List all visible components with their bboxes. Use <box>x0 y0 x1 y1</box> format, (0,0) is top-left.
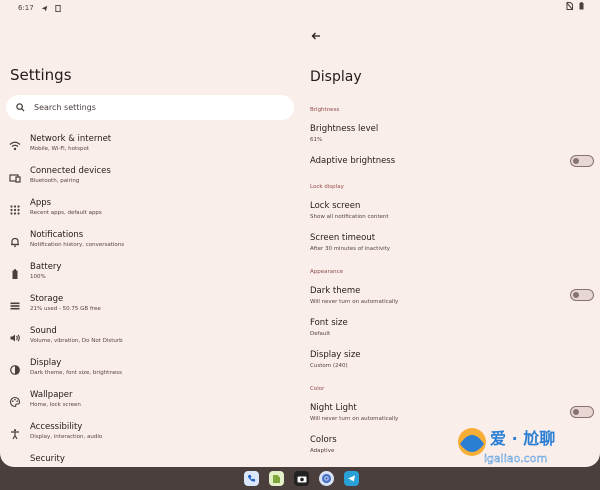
item-subtitle: Will never turn on automatically <box>310 299 399 305</box>
dark-theme-toggle[interactable] <box>570 289 594 301</box>
menu-item-subtitle: Volume, vibration, Do Not Disturb <box>30 338 123 344</box>
settings-item-network[interactable]: Network & internet Mobile, Wi-Fi, hotspo… <box>0 132 300 164</box>
watermark-text: 爱 · 尬聊 <box>490 429 555 448</box>
item-subtitle: 61% <box>310 137 323 143</box>
item-subtitle: After 30 minutes of inactivity <box>310 246 391 252</box>
section-header-appearance: Appearance <box>310 269 344 275</box>
accessibility-icon <box>11 429 19 440</box>
settings-item-accessibility[interactable]: Accessibility Display, interaction, audi… <box>0 420 300 452</box>
menu-item-title: Storage <box>30 294 64 304</box>
menu-item-title: Connected devices <box>30 166 111 176</box>
menu-item-subtitle: Notification history, conversations <box>30 242 125 248</box>
search-icon <box>16 103 25 112</box>
menu-item-title: Apps <box>30 198 52 208</box>
camera-app-icon[interactable] <box>294 471 309 486</box>
screen: 6:17 Settings Network & internet Mobile,… <box>0 0 600 467</box>
menu-item-subtitle: Dark theme, font size, brightness <box>30 370 122 376</box>
section-header-brightness: Brightness <box>310 107 340 113</box>
menu-item-subtitle: 21% used - 50.75 GB free <box>30 306 101 312</box>
palette-icon <box>9 396 21 408</box>
page-title: Display <box>310 69 362 85</box>
watermark-logo: 爱 · 尬聊 igaliao.com <box>458 428 555 465</box>
settings-item-sound[interactable]: Sound Volume, vibration, Do Not Disturb <box>0 324 300 356</box>
search-input[interactable] <box>34 103 264 112</box>
telegram-app-icon[interactable] <box>344 471 359 486</box>
taskbar <box>0 467 600 490</box>
screen-timeout-item[interactable]: Screen timeout After 30 minutes of inact… <box>310 233 590 252</box>
toggle-knob <box>573 157 579 164</box>
menu-item-subtitle: Bluetooth, pairing <box>30 178 80 184</box>
item-title: Display size <box>310 350 361 360</box>
settings-pane: Settings Network & internet Mobile, Wi-F… <box>0 0 300 467</box>
menu-item-title: Security <box>30 454 65 464</box>
chrome-app-icon[interactable] <box>319 471 334 486</box>
dock <box>244 471 359 486</box>
item-title: Lock screen <box>310 201 361 211</box>
menu-item-subtitle: Recent apps, default apps <box>30 210 102 216</box>
menu-item-title: Network & internet <box>30 134 112 144</box>
menu-item-title: Sound <box>30 326 57 336</box>
item-title: Dark theme <box>310 286 361 296</box>
display-icon <box>10 365 20 375</box>
settings-item-storage[interactable]: Storage 21% used - 50.75 GB free <box>0 292 300 324</box>
night-light-toggle[interactable] <box>570 406 594 418</box>
volume-icon <box>10 334 20 342</box>
phone-app-icon[interactable] <box>244 471 259 486</box>
item-title: Screen timeout <box>310 233 376 243</box>
menu-item-title: Wallpaper <box>30 390 73 400</box>
section-header-color: Color <box>310 386 325 392</box>
storage-icon <box>10 302 20 310</box>
dark-theme-item[interactable]: Dark theme Will never turn on automatica… <box>310 286 590 305</box>
toggle-knob <box>573 408 579 415</box>
display-pane: Display Brightness Brightness level 61% … <box>300 0 600 467</box>
toggle-knob <box>573 291 579 298</box>
item-subtitle: Show all notification content <box>310 214 389 220</box>
menu-item-subtitle: 100% <box>30 274 46 280</box>
settings-item-security[interactable]: Security <box>0 452 300 467</box>
menu-item-subtitle: Home, lock screen <box>30 402 81 408</box>
item-subtitle: Custom (240) <box>310 363 348 369</box>
menu-item-title: Notifications <box>30 230 84 240</box>
adaptive-brightness-item[interactable]: Adaptive brightness <box>310 156 590 166</box>
wifi-icon <box>9 141 21 151</box>
watermark-url: igaliao.com <box>484 452 547 465</box>
files-app-icon[interactable] <box>269 471 284 486</box>
lock-screen-item[interactable]: Lock screen Show all notification conten… <box>310 201 590 220</box>
item-title: Font size <box>310 318 348 328</box>
bell-icon <box>11 237 19 248</box>
settings-item-wallpaper[interactable]: Wallpaper Home, lock screen <box>0 388 300 420</box>
settings-item-apps[interactable]: Apps Recent apps, default apps <box>0 196 300 228</box>
item-title: Brightness level <box>310 124 379 134</box>
battery-icon <box>12 269 18 279</box>
page-title: Settings <box>10 66 72 84</box>
display-size-item[interactable]: Display size Custom (240) <box>310 350 590 369</box>
devices-icon <box>9 174 21 183</box>
font-size-item[interactable]: Font size Default <box>310 318 590 337</box>
menu-item-title: Accessibility <box>30 422 83 432</box>
section-header-lock-display: Lock display <box>310 184 344 190</box>
settings-item-battery[interactable]: Battery 100% <box>0 260 300 292</box>
brightness-level-item[interactable]: Brightness level 61% <box>310 124 590 143</box>
item-subtitle: Default <box>310 331 331 337</box>
settings-item-connected-devices[interactable]: Connected devices Bluetooth, pairing <box>0 164 300 196</box>
menu-item-title: Battery <box>30 262 62 272</box>
apps-grid-icon <box>10 205 20 215</box>
item-title: Adaptive brightness <box>310 156 396 166</box>
adaptive-brightness-toggle[interactable] <box>570 155 594 167</box>
menu-item-subtitle: Mobile, Wi-Fi, hotspot <box>30 146 90 152</box>
settings-item-notifications[interactable]: Notifications Notification history, conv… <box>0 228 300 260</box>
item-title: Night Light <box>310 403 357 413</box>
back-arrow-icon[interactable] <box>310 30 322 42</box>
menu-item-subtitle: Display, interaction, audio <box>30 434 103 440</box>
settings-item-display[interactable]: Display Dark theme, font size, brightnes… <box>0 356 300 388</box>
search-bar[interactable] <box>6 95 294 120</box>
menu-item-title: Display <box>30 358 62 368</box>
